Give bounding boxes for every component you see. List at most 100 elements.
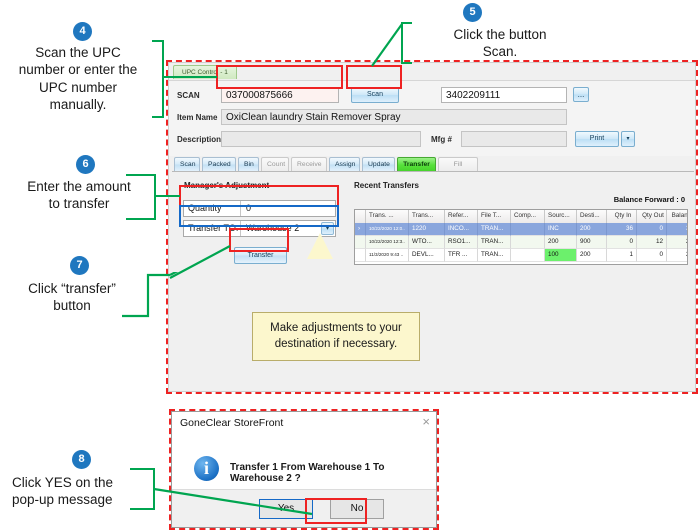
upc-control-window: UPC Control - 1 SCAN 037000875666 Scan 3… bbox=[168, 62, 696, 392]
table-cell[interactable]: TRAN... bbox=[478, 236, 511, 249]
dialog-title: GoneClear StoreFront bbox=[180, 417, 284, 429]
table-cell[interactable]: INC bbox=[545, 223, 577, 236]
table-cell[interactable]: 200 bbox=[577, 223, 607, 236]
dialog-message: Transfer 1 From Warehouse 1 To Warehouse… bbox=[230, 462, 385, 484]
table-row[interactable]: 11/3/2020 9:43 .. DEVL... TFR ... TRAN... 10… bbox=[355, 249, 687, 262]
table-cell[interactable]: 24 bbox=[667, 236, 687, 249]
table-cell[interactable]: 10/22/2020 12:0.. bbox=[366, 223, 409, 236]
annotation-5-line-1: Click the button bbox=[453, 27, 547, 42]
transfer-panel: Manager's Adjustment Quantity 0 Transfer… bbox=[169, 173, 695, 391]
quantity-row[interactable]: Quantity 0 bbox=[183, 200, 336, 217]
print-dropdown-arrow-icon[interactable]: ▾ bbox=[621, 131, 635, 147]
annotation-4-line-4: manually. bbox=[49, 96, 107, 112]
table-cell[interactable] bbox=[511, 236, 545, 249]
description-label: Description bbox=[177, 135, 222, 144]
module-tab-packed[interactable]: Packed bbox=[202, 157, 236, 171]
scan-label: SCAN bbox=[177, 91, 200, 100]
grid-column-header[interactable]: Balance bbox=[667, 210, 687, 223]
table-cell[interactable]: 200 bbox=[577, 249, 607, 262]
step-badge-5: 5 bbox=[463, 3, 482, 22]
table-cell[interactable]: 1220 bbox=[409, 223, 445, 236]
browse-ellipsis-button[interactable]: ... bbox=[573, 87, 589, 102]
bracket-step-6 bbox=[126, 174, 156, 220]
quantity-input[interactable]: 0 bbox=[242, 201, 335, 216]
table-cell[interactable]: WTO... bbox=[409, 236, 445, 249]
scan-button[interactable]: Scan bbox=[351, 87, 399, 103]
table-row[interactable]: › 10/22/2020 12:0.. 1220 INCO... TRAN... INC 2… bbox=[355, 223, 687, 236]
leader-step-7-diagonal bbox=[169, 245, 231, 279]
table-cell[interactable]: 100 bbox=[545, 249, 577, 262]
callout-line-2: destination if necessary. bbox=[274, 337, 398, 350]
grid-column-header[interactable]: Qty Out bbox=[637, 210, 667, 223]
grid-column-header[interactable]: Trans. ... bbox=[366, 210, 409, 223]
table-cell[interactable]: › bbox=[355, 223, 366, 236]
print-button[interactable]: Print bbox=[575, 131, 619, 147]
grid-column-header[interactable] bbox=[355, 210, 366, 223]
bracket-step-4 bbox=[152, 40, 164, 118]
annotation-step-8: Click YES on the pop-up message bbox=[2, 474, 150, 509]
scan-input[interactable]: 037000875666 bbox=[221, 87, 339, 103]
leader-step-8 bbox=[153, 487, 313, 516]
mfg-input[interactable] bbox=[461, 131, 567, 147]
annotation-step-4: Scan the UPC number or enter the UPC num… bbox=[2, 44, 154, 113]
item-form-area: SCAN 037000875666 Scan 3402209111 ... It… bbox=[169, 80, 695, 156]
module-tab-scan[interactable]: Scan bbox=[174, 157, 200, 171]
module-tab-bin[interactable]: Bin bbox=[238, 157, 259, 171]
leader-step-4 bbox=[163, 76, 217, 79]
annotation-4-line-1: Scan the UPC bbox=[35, 45, 121, 60]
table-cell[interactable]: 0 bbox=[607, 236, 637, 249]
grid-column-header[interactable]: Comp... bbox=[511, 210, 545, 223]
module-tab-receive: Receive bbox=[291, 157, 327, 171]
table-cell[interactable]: TRAN... bbox=[478, 223, 511, 236]
module-tab-count: Count bbox=[261, 157, 289, 171]
grid-column-header[interactable]: Trans... bbox=[409, 210, 445, 223]
table-cell[interactable]: 0 bbox=[637, 223, 667, 236]
quantity-label: Quantity bbox=[184, 201, 241, 216]
table-cell[interactable]: TRAN... bbox=[478, 249, 511, 262]
close-icon[interactable]: × bbox=[422, 415, 430, 429]
module-tab-assign[interactable]: Assign bbox=[329, 157, 360, 171]
grid-body[interactable]: › 10/22/2020 12:0.. 1220 INCO... TRAN... INC 2… bbox=[355, 223, 687, 262]
callout-line-1: Make adjustments to your bbox=[270, 322, 402, 334]
grid-column-header[interactable]: File T... bbox=[478, 210, 511, 223]
table-cell[interactable]: TFR ... bbox=[445, 249, 478, 262]
annotation-5-line-2: Scan. bbox=[482, 44, 518, 60]
grid-column-header[interactable]: Sourc... bbox=[545, 210, 577, 223]
module-tab-transfer[interactable]: Transfer bbox=[397, 157, 436, 171]
balance-forward-label: Balance Forward : 0 bbox=[613, 195, 685, 204]
mfg-label: Mfg # bbox=[431, 135, 452, 144]
callout-tail bbox=[307, 233, 333, 259]
recent-transfers-title: Recent Transfers bbox=[354, 181, 419, 190]
table-cell[interactable]: 12 bbox=[637, 236, 667, 249]
table-cell[interactable]: 10/22/2020 12:3.. bbox=[366, 236, 409, 249]
grid-column-header[interactable]: Qty In bbox=[607, 210, 637, 223]
step-badge-4: 4 bbox=[73, 22, 92, 41]
table-cell[interactable]: 900 bbox=[577, 236, 607, 249]
grid-column-header[interactable]: Desti... bbox=[577, 210, 607, 223]
grid-header-row: Trans. ... Trans... Refer... File T... Comp.… bbox=[355, 210, 687, 223]
table-cell[interactable]: 0 bbox=[637, 249, 667, 262]
table-cell[interactable]: RSO1... bbox=[445, 236, 478, 249]
table-cell[interactable]: DEVL... bbox=[409, 249, 445, 262]
item-name-input[interactable]: OxiClean laundry Stain Remover Spray bbox=[221, 109, 567, 125]
table-cell[interactable] bbox=[355, 236, 366, 249]
table-cell[interactable]: 25 bbox=[667, 249, 687, 262]
grid-column-header[interactable]: Refer... bbox=[445, 210, 478, 223]
destination-callout: Make adjustments to your destination if … bbox=[252, 312, 420, 362]
no-button[interactable]: No bbox=[330, 499, 384, 519]
table-cell[interactable]: 200 bbox=[545, 236, 577, 249]
alt-code-input[interactable]: 3402209111 bbox=[441, 87, 567, 103]
description-input[interactable] bbox=[221, 131, 421, 147]
table-cell[interactable] bbox=[355, 249, 366, 262]
table-cell[interactable]: INCO... bbox=[445, 223, 478, 236]
table-cell[interactable]: 36 bbox=[607, 223, 637, 236]
table-cell[interactable] bbox=[511, 223, 545, 236]
table-row[interactable]: 10/22/2020 12:3.. WTO... RSO1... TRAN... 200… bbox=[355, 236, 687, 249]
table-cell[interactable]: 1 bbox=[607, 249, 637, 262]
table-cell[interactable] bbox=[511, 249, 545, 262]
recent-transfers-grid[interactable]: Trans. ... Trans... Refer... File T... Comp.… bbox=[354, 209, 688, 265]
table-cell[interactable]: 36 bbox=[667, 223, 687, 236]
table-cell[interactable]: 11/3/2020 9:43 .. bbox=[366, 249, 409, 262]
item-name-label: Item Name bbox=[177, 113, 218, 122]
module-tab-update[interactable]: Update bbox=[362, 157, 395, 171]
